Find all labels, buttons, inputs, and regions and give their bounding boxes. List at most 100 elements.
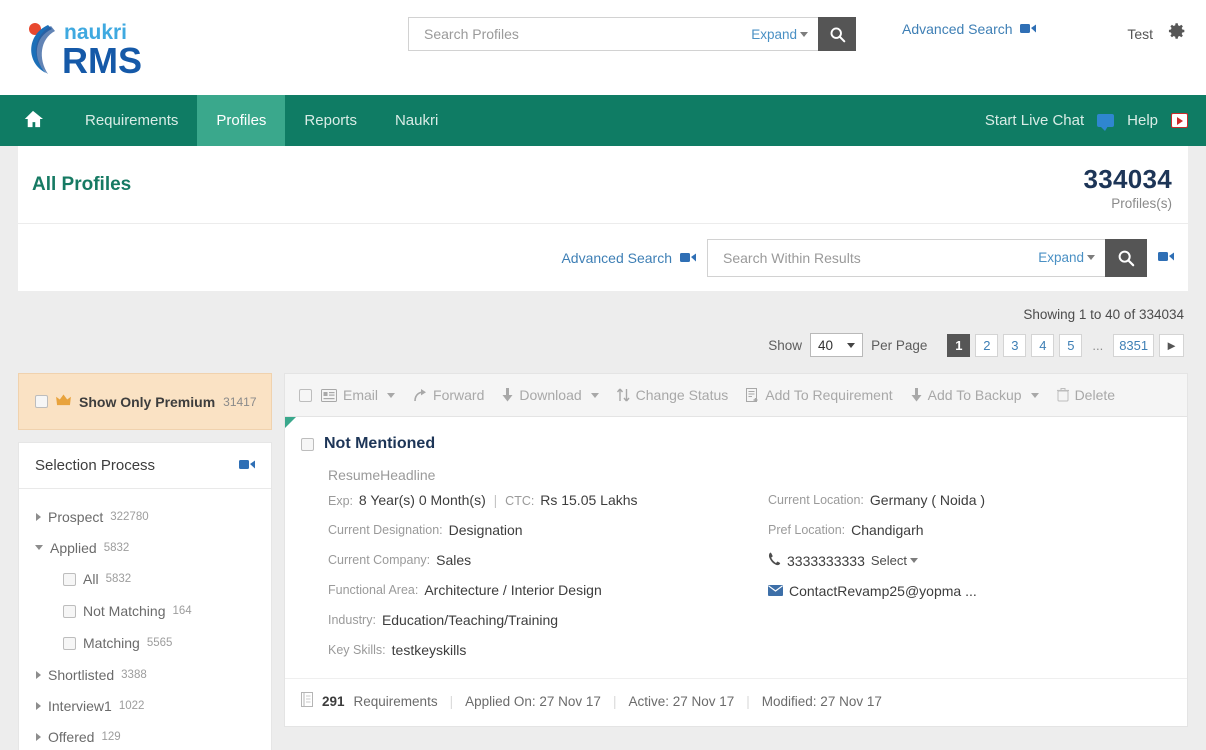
applied-children: All 5832 Not Matching 164 Matching 5565 — [33, 563, 271, 659]
tree-item-not-matching[interactable]: Not Matching 164 — [63, 595, 271, 627]
per-page-select[interactable]: 40 — [810, 333, 863, 357]
field-current-designation: Current Designation: Designation — [328, 522, 768, 538]
candidate-name[interactable]: Not Mentioned — [324, 435, 435, 453]
nav-item-reports[interactable]: Reports — [285, 95, 376, 146]
exp-label: Exp: — [328, 494, 353, 508]
show-only-premium-filter[interactable]: Show Only Premium 31417 — [18, 373, 272, 430]
video-icon[interactable] — [1158, 249, 1174, 267]
start-live-chat-button[interactable]: Start Live Chat — [972, 112, 1097, 129]
field-functional-area: Functional Area: Architecture / Interior… — [328, 582, 768, 598]
showing-text: Showing 1 to 40 of 334034 — [1023, 307, 1184, 322]
search-button[interactable] — [818, 17, 856, 51]
chat-icon[interactable] — [1097, 114, 1114, 127]
naukri-rms-logo[interactable]: naukri RMS — [18, 17, 193, 79]
chevron-down-icon — [910, 558, 918, 563]
search-within-results-box[interactable]: Expand — [707, 239, 1105, 277]
play-video-icon[interactable] — [1171, 113, 1188, 128]
ctc-value: Rs 15.05 Lakhs — [540, 492, 637, 508]
change-status-button[interactable]: Change Status — [608, 387, 738, 403]
tree-count: 3388 — [121, 669, 147, 681]
advanced-search-label: Advanced Search — [902, 21, 1013, 37]
chevron-down-icon — [800, 32, 808, 37]
tree-item-shortlisted[interactable]: Shortlisted 3388 — [33, 659, 271, 690]
premium-checkbox[interactable] — [35, 395, 48, 408]
phone-select-dropdown[interactable]: Select — [871, 553, 918, 568]
tree-item-prospect[interactable]: Prospect 322780 — [33, 501, 271, 532]
field-value: Architecture / Interior Design — [424, 582, 601, 598]
envelope-icon — [768, 583, 783, 599]
tree-item-offered[interactable]: Offered 129 — [33, 721, 271, 750]
selection-process-panel: Selection Process Prospect 322780 Applie… — [18, 442, 272, 750]
next-page-button[interactable]: ► — [1159, 334, 1184, 357]
advanced-search-link[interactable]: Advanced Search — [902, 21, 1036, 37]
search-within-results-input[interactable] — [721, 249, 971, 267]
forward-button[interactable]: Forward — [404, 387, 493, 403]
within-results-search-panel: Advanced Search Expand — [18, 223, 1188, 291]
search-icon — [829, 26, 846, 43]
per-page-label: Per Page — [871, 338, 927, 353]
tree-item-matching[interactable]: Matching 5565 — [63, 627, 271, 659]
email-button[interactable]: Email — [312, 387, 404, 403]
expand-toggle[interactable]: Expand — [751, 27, 808, 42]
download-button[interactable]: Download — [493, 387, 607, 403]
add-to-requirement-button[interactable]: Add To Requirement — [737, 387, 901, 403]
tree-count: 5832 — [104, 542, 130, 554]
tree-count: 322780 — [110, 511, 148, 523]
chevron-down-icon — [35, 545, 43, 550]
page-ellipsis: ... — [1087, 334, 1108, 357]
video-icon[interactable] — [239, 457, 255, 474]
email-value[interactable]: ContactRevamp25@yopma ... — [789, 583, 977, 599]
page-button-5[interactable]: 5 — [1059, 334, 1082, 357]
requirements-count: 291 — [322, 694, 345, 709]
advanced-search-link-inner[interactable]: Advanced Search — [561, 250, 696, 266]
field-phone: 3333333333 Select — [768, 552, 1171, 569]
help-button[interactable]: Help — [1114, 112, 1171, 129]
pagination-controls: Show 40 Per Page 1 2 3 4 5 ... 8351 ► — [768, 333, 1184, 357]
page-button-1[interactable]: 1 — [947, 334, 970, 357]
page-button-2[interactable]: 2 — [975, 334, 998, 357]
search-input[interactable] — [422, 25, 712, 43]
profile-count-block: 334034 Profiles(s) — [1083, 164, 1172, 211]
video-icon[interactable] — [680, 250, 696, 266]
sidebar: Show Only Premium 31417 Selection Proces… — [18, 373, 272, 750]
tree-count: 129 — [101, 731, 120, 743]
search-within-results-button[interactable] — [1105, 239, 1147, 277]
chevron-right-icon — [36, 513, 41, 521]
page-button-last[interactable]: 8351 — [1113, 334, 1154, 357]
home-icon — [22, 109, 44, 133]
tree-item-applied[interactable]: Applied 5832 — [33, 532, 271, 563]
tree-checkbox[interactable] — [63, 573, 76, 586]
tree-checkbox[interactable] — [63, 605, 76, 618]
pagination-row: Showing 1 to 40 of 334034 Show 40 Per Pa… — [18, 291, 1188, 373]
profile-checkbox[interactable] — [301, 438, 314, 451]
phone-icon — [768, 552, 781, 569]
logo-svg: naukri RMS — [18, 17, 193, 79]
nav-item-requirements[interactable]: Requirements — [66, 95, 197, 146]
nav-home[interactable] — [0, 95, 66, 146]
top-header: naukri RMS Expand Advanced Search Test — [0, 0, 1206, 95]
footer-separator: | — [613, 694, 617, 709]
expand-toggle-inner[interactable]: Expand — [1038, 250, 1095, 265]
nav-item-profiles[interactable]: Profiles — [197, 95, 285, 146]
help-label: Help — [1127, 112, 1158, 129]
page-button-4[interactable]: 4 — [1031, 334, 1054, 357]
field-label: Current Designation: — [328, 523, 443, 537]
delete-button[interactable]: Delete — [1048, 387, 1124, 403]
tree-item-all[interactable]: All 5832 — [63, 563, 271, 595]
gear-icon[interactable] — [1166, 20, 1188, 47]
forward-icon — [413, 389, 427, 402]
header-search-box[interactable]: Expand — [408, 17, 818, 51]
add-to-backup-button[interactable]: Add To Backup — [902, 387, 1048, 403]
chevron-down-icon — [1087, 255, 1095, 260]
nav-item-naukri[interactable]: Naukri — [376, 95, 457, 146]
field-label: Functional Area: — [328, 583, 418, 597]
selection-process-tree: Prospect 322780 Applied 5832 All 5832 — [19, 489, 271, 750]
select-all-checkbox[interactable] — [299, 389, 312, 402]
tree-item-interview1[interactable]: Interview1 1022 — [33, 690, 271, 721]
requirements-label: Requirements — [354, 694, 438, 709]
field-label: Key Skills: — [328, 643, 386, 657]
page-button-3[interactable]: 3 — [1003, 334, 1026, 357]
tree-checkbox[interactable] — [63, 637, 76, 650]
user-name[interactable]: Test — [1127, 26, 1153, 42]
video-icon[interactable] — [1020, 21, 1036, 37]
